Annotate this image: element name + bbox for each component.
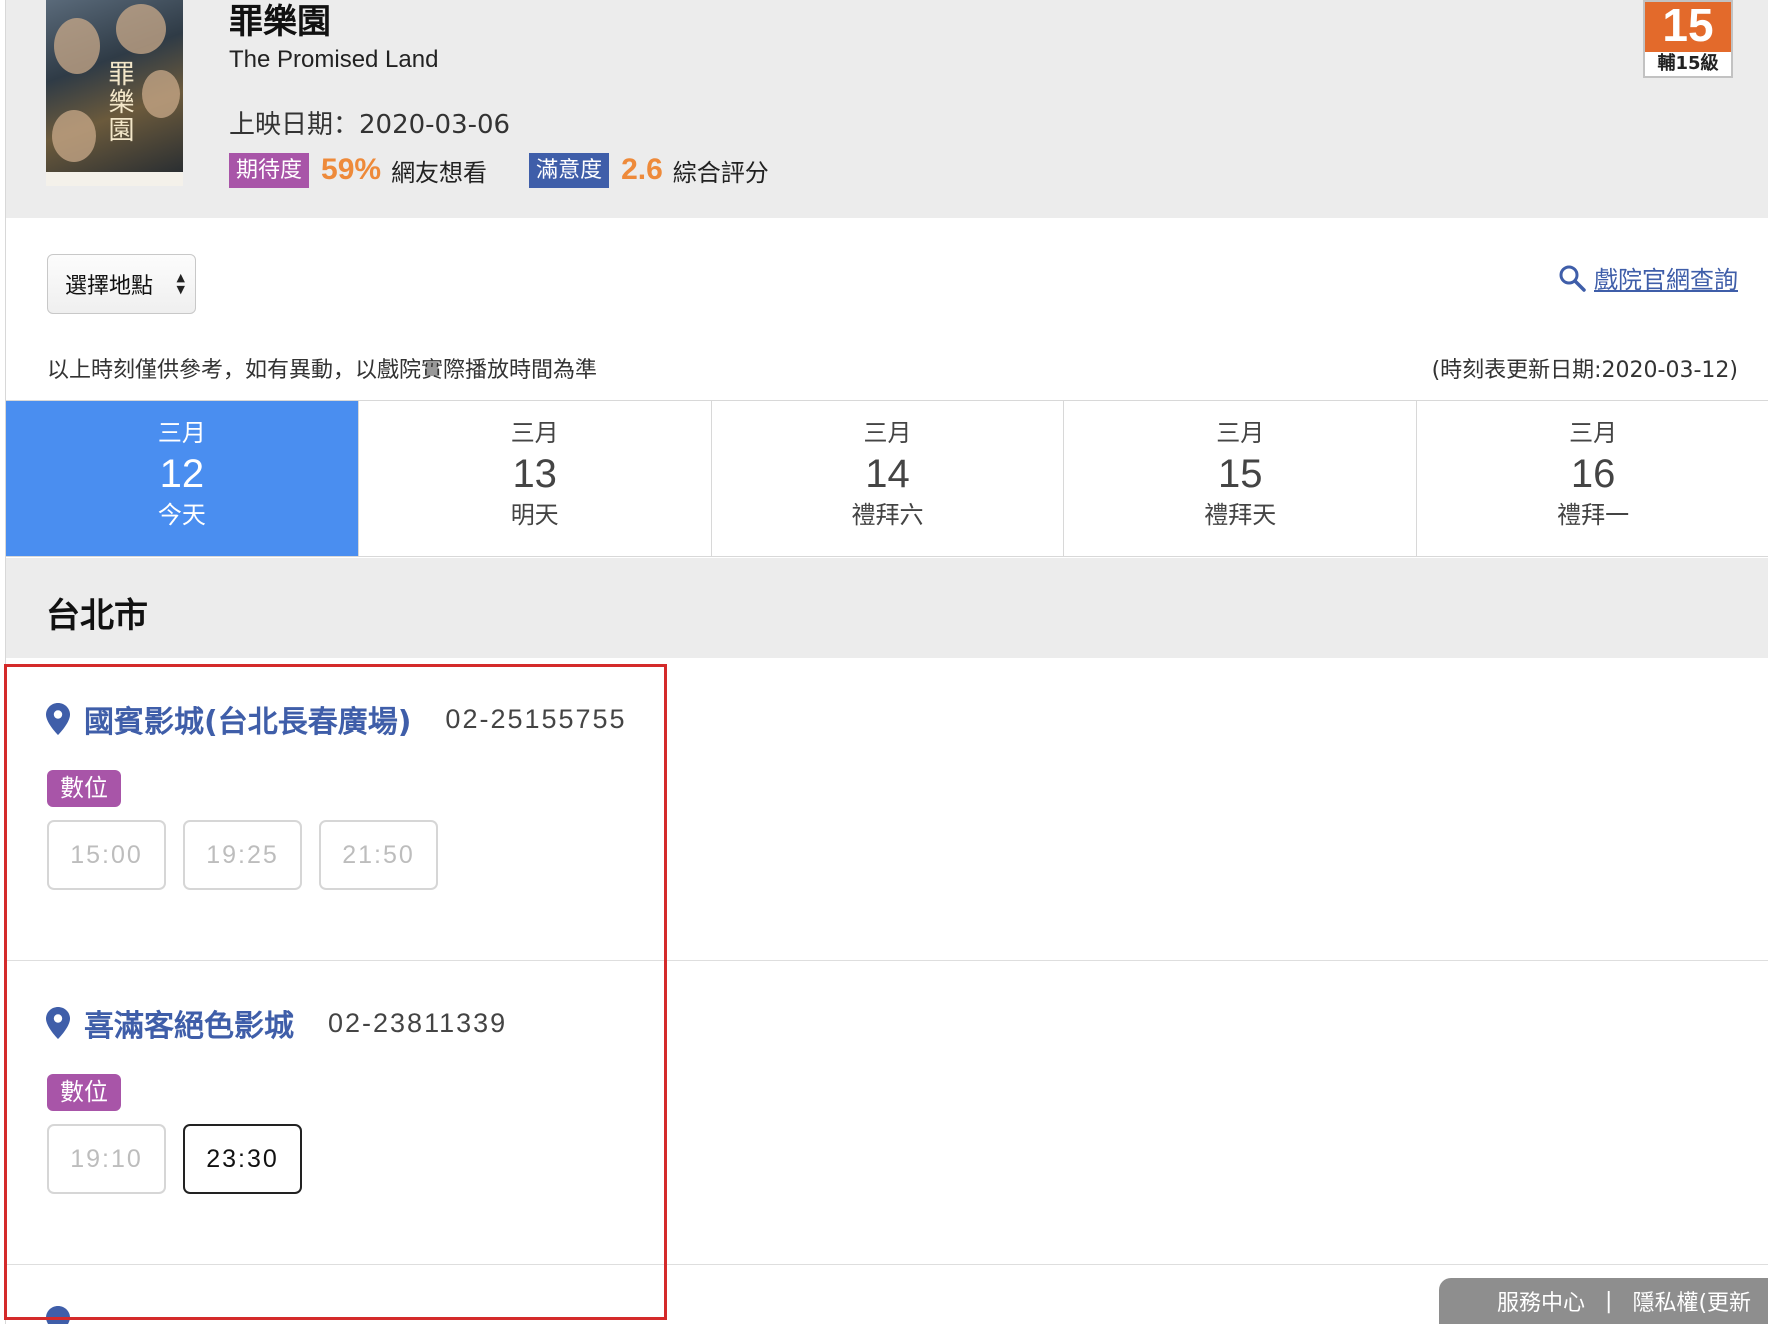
date-day: 12 [159,452,205,496]
location-pin-icon [46,1306,70,1324]
date-tab[interactable]: 三月 15 禮拜天 [1064,401,1418,556]
highlight-box [4,664,667,1320]
select-arrows-icon: ▲ ▼ [176,271,185,296]
format-badge: 數位 [47,770,121,807]
showtimes: 19:10 23:30 [47,1124,319,1194]
city-header: 台北市 [6,558,1768,658]
poster-face [52,110,96,162]
age-rating-badge: 15 輔15級 [1643,0,1733,78]
date-weekday: 禮拜天 [1204,501,1277,529]
location-select[interactable]: 選擇地點 ▲ ▼ [47,254,196,314]
service-center-link[interactable]: 服務中心 [1497,1285,1585,1317]
location-select-label: 選擇地點 [65,274,154,299]
poster-title: 罪樂園 [104,60,134,144]
showtime-button: 19:25 [183,820,302,890]
location-pin-icon [46,1007,70,1039]
date-month: 三月 [1216,419,1265,447]
showtime-button: 21:50 [319,820,438,890]
date-day: 16 [1570,452,1616,496]
official-site-link-label: 戲院官網查詢 [1594,266,1738,294]
location-pin-icon [46,703,70,735]
date-weekday: 禮拜六 [851,501,924,529]
movie-poster[interactable]: 罪樂園 [46,0,183,186]
city-name: 台北市 [46,596,148,636]
schedule-update-date: (時刻表更新日期:2020-03-12) [1431,358,1738,383]
showtimes: 15:00 19:25 21:50 [47,820,455,890]
date-tab[interactable]: 三月 13 明天 [359,401,712,556]
theater-divider [6,960,1768,961]
date-tabs: 三月 12 今天 三月 13 明天 三月 14 禮拜六 三月 15 禮拜天 三月… [6,400,1768,557]
satisfaction-badge: 滿意度 [529,152,610,188]
poster-face [142,70,180,118]
date-weekday: 今天 [157,501,206,529]
date-day: 15 [1218,452,1263,496]
poster-strip [46,172,183,186]
date-month: 三月 [157,419,206,447]
theater-header: 喜滿客絕色影城 02-23811339 [46,1001,507,1045]
page: 罪樂園 罪樂園 The Promised Land 上映日期：2020-03-0… [4,0,1768,1324]
date-day: 14 [865,452,910,496]
official-site-link[interactable]: 戲院官網查詢 [1558,260,1738,295]
date-month: 三月 [1569,419,1618,447]
showtime-button[interactable]: 23:30 [183,1124,302,1194]
date-tab[interactable]: 三月 12 今天 [6,401,359,556]
age-rating-number: 15 [1645,2,1731,52]
movie-title-zh: 罪樂園 [229,2,331,42]
date-tab[interactable]: 三月 16 禮拜一 [1417,401,1768,556]
theater-name-link[interactable]: 國賓影城(台北長春廣場) [84,697,411,741]
date-month: 三月 [863,419,912,447]
satisfaction-value: 2.6 [621,153,663,186]
footer-bar: 服務中心 | 隱私權(更新 [1439,1278,1768,1324]
theater-header: 國賓影城(台北長春廣場) 02-25155755 [46,697,627,741]
theater-phone: 02-25155755 [445,703,627,734]
showtime-button: 15:00 [47,820,166,890]
privacy-link[interactable]: 隱私權(更新 [1632,1285,1751,1317]
date-tab[interactable]: 三月 14 禮拜六 [712,401,1065,556]
expectation-badge: 期待度 [229,152,310,188]
date-month: 三月 [510,419,559,447]
satisfaction-text: 綜合評分 [672,158,769,187]
poster-face [54,18,100,74]
showtime-button: 19:10 [47,1124,166,1194]
expectation-text: 網友想看 [391,158,488,187]
movie-header: 罪樂園 罪樂園 The Promised Land 上映日期：2020-03-0… [6,0,1768,218]
expectation-value: 59% [321,153,382,186]
theater-divider [6,1264,1768,1265]
ratings-row: 期待度 59% 網友想看 滿意度 2.6 綜合評分 [229,152,769,188]
disclaimer-text: 以上時刻僅供參考，如有異動，以戲院實際播放時間為準 [47,358,598,383]
theater-name-link[interactable]: 喜滿客絕色影城 [84,1001,294,1045]
footer-separator: | [1605,1288,1613,1314]
age-rating-label: 輔15級 [1657,53,1719,74]
date-weekday: 禮拜一 [1557,501,1630,529]
theater-phone: 02-23811339 [328,1007,508,1038]
date-weekday: 明天 [510,501,559,529]
format-badge: 數位 [47,1074,121,1111]
release-date: 上映日期：2020-03-06 [229,110,511,140]
poster-face [116,4,166,54]
date-day: 13 [512,452,557,496]
search-icon [1559,265,1586,292]
movie-title-en: The Promised Land [229,46,439,73]
